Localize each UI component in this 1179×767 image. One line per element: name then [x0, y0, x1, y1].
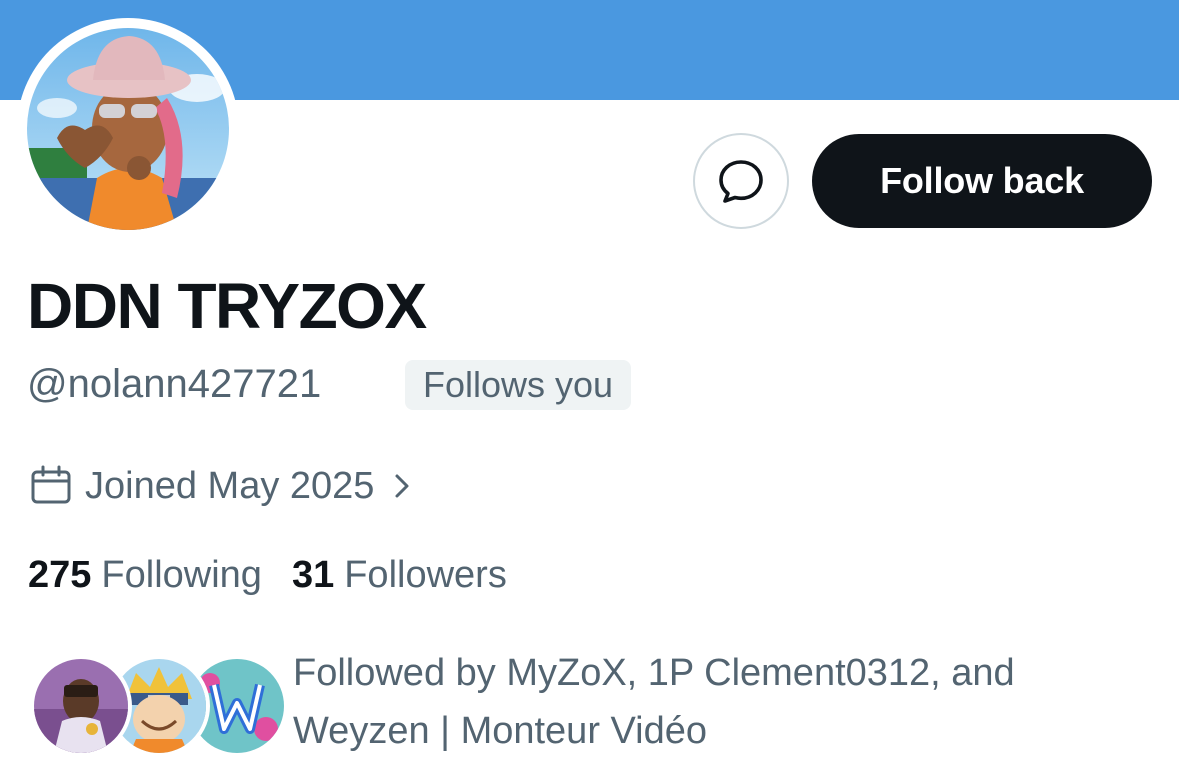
profile-avatar[interactable]	[27, 28, 229, 230]
profile-handle: @nolann427721	[27, 362, 322, 406]
followers-link[interactable]: 31 Followers	[292, 554, 507, 597]
follow-stats: 275 Following 31 Followers	[28, 549, 507, 601]
followers-label: Followers	[344, 553, 507, 596]
message-button[interactable]	[693, 133, 789, 229]
followers-count: 31	[291, 553, 335, 596]
chevron-right-icon	[395, 474, 409, 498]
follows-you-badge: Follows you	[405, 360, 632, 410]
followed-by-line-2: Weyzen | Monteur Vidéo	[293, 710, 708, 752]
followers-you-know-avatars[interactable]	[30, 655, 288, 757]
profile-avatar-ring	[17, 18, 239, 240]
followed-by-text[interactable]: Followed by MyZoX, 1P Clement0312, and W…	[293, 644, 1153, 760]
joined-date-row[interactable]: Joined May 2025	[29, 460, 416, 512]
following-label: Following	[101, 553, 262, 596]
display-name: DDN TRYZOX	[27, 270, 427, 342]
joined-date-text: Joined May 2025	[85, 464, 375, 507]
followed-by-line-1: Followed by MyZoX, 1P Clement0312, and	[293, 652, 1015, 694]
mutual-avatar-1	[30, 655, 132, 757]
message-bubble-icon	[719, 160, 763, 203]
following-count: 275	[28, 553, 92, 596]
calendar-icon	[31, 465, 71, 504]
follow-back-button[interactable]: Follow back	[812, 134, 1152, 228]
following-link[interactable]: 275 Following	[28, 554, 262, 597]
